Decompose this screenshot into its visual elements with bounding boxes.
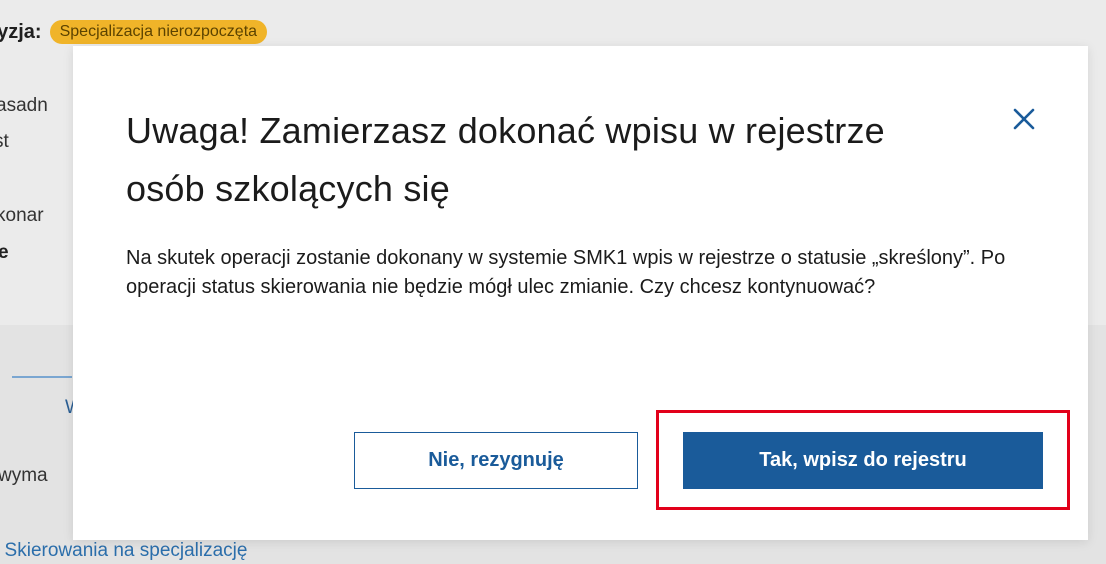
status-label: cyzja:	[0, 20, 42, 43]
status-badge: Specjalizacja nierozpoczęta	[49, 20, 268, 44]
modal-message: Na skutek operacji zostanie dokonany w s…	[126, 247, 1006, 298]
background-fragment: st	[0, 131, 9, 152]
background-fragment: asadn	[0, 95, 48, 116]
confirmation-modal: Uwaga! Zamierzasz dokonać wpisu w rejest…	[73, 46, 1088, 540]
confirm-button[interactable]: Tak, wpisz do rejestru	[683, 432, 1043, 489]
background-fragment: konar	[0, 205, 44, 226]
cancel-button[interactable]: Nie, rezygnuję	[354, 432, 638, 489]
tab-underline	[12, 376, 72, 378]
close-icon[interactable]	[1009, 104, 1039, 134]
modal-title: Uwaga! Zamierzasz dokonać wpisu w rejest…	[126, 110, 885, 209]
status-row: cyzja: Specjalizacja nierozpoczęta	[0, 20, 268, 44]
background-fragment: e	[0, 242, 9, 263]
background-fragment: wyma	[0, 465, 48, 486]
breadcrumb-link[interactable]: : Skierowania na specjalizację	[0, 540, 247, 562]
